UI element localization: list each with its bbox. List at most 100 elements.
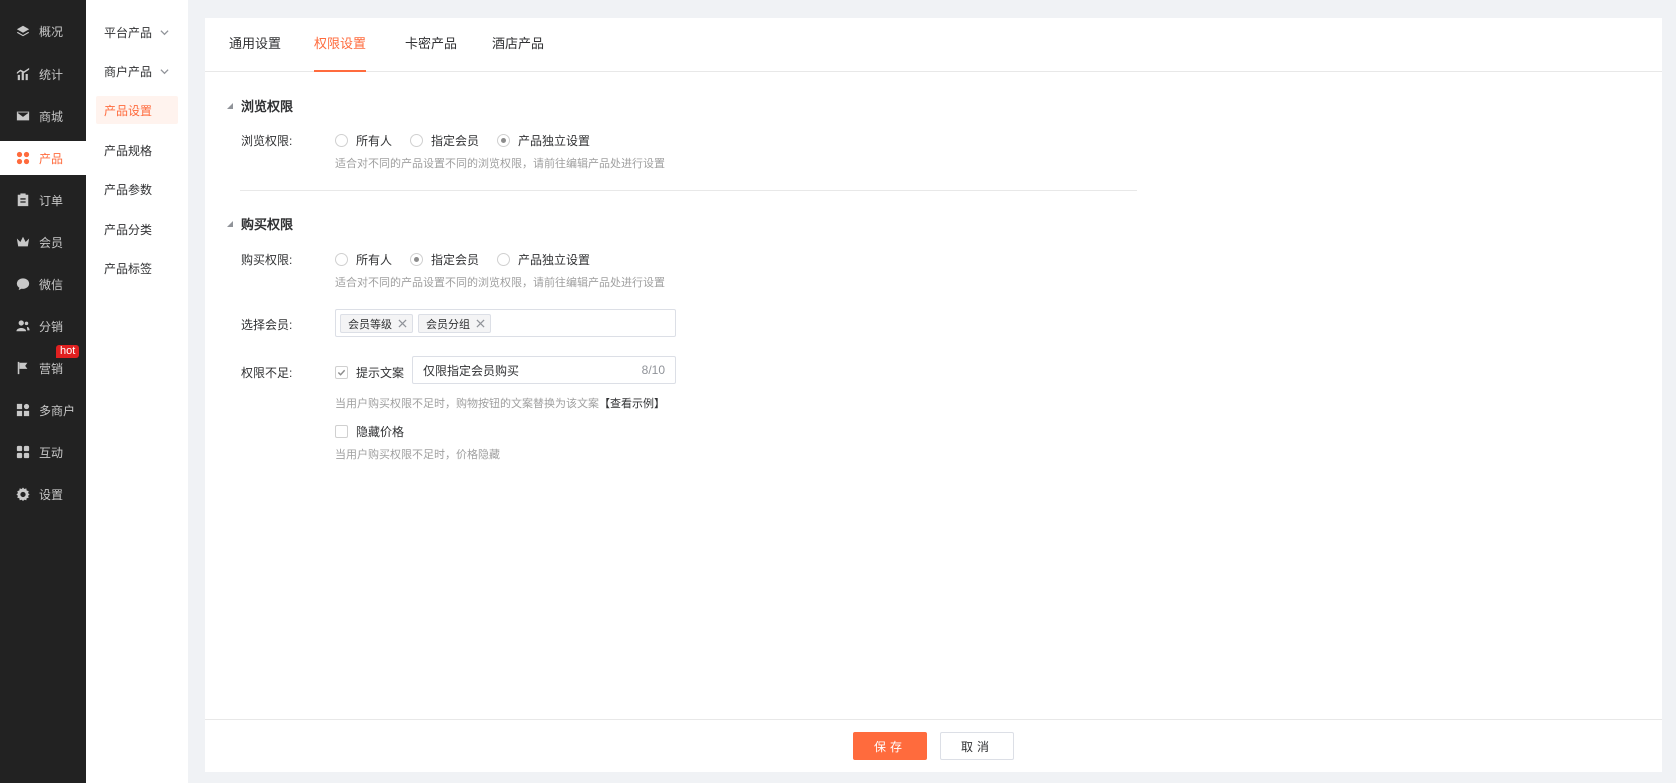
prompt-help-label: 当用户购买权限不足时，购物按钮的文案替换为该文案 — [335, 398, 599, 410]
close-icon[interactable] — [476, 319, 485, 328]
tag-label: 会员等级 — [348, 318, 392, 331]
nav-item-settings[interactable]: 设置 — [0, 477, 86, 511]
layers-icon — [16, 24, 30, 38]
checkbox-box — [335, 366, 348, 379]
purchase-radio-per-product[interactable]: 产品独立设置 — [497, 251, 590, 268]
nav-item-label: 商城 — [39, 109, 64, 124]
nav-item-stats[interactable]: 统计 — [0, 57, 86, 91]
tab-card-products[interactable]: 卡密产品 — [405, 18, 457, 72]
nav-item-label: 互动 — [39, 445, 64, 460]
tab-general[interactable]: 通用设置 — [229, 18, 281, 72]
purchase-help-text: 适合对不同的产品设置不同的浏览权限，请前往编辑产品处进行设置 — [335, 277, 665, 289]
browse-permission-label: 浏览权限: — [241, 134, 293, 148]
cancel-button[interactable]: 取消 — [940, 732, 1014, 760]
nav-item-members[interactable]: 会员 — [0, 225, 86, 259]
subnav-item-product-tags[interactable]: 产品标签 — [86, 254, 188, 282]
subnav-item-label: 商户产品 — [104, 64, 153, 79]
browse-radio-specified-members[interactable]: 指定会员 — [410, 132, 479, 149]
prompt-text-input[interactable]: 仅限指定会员购买 8/10 — [412, 356, 676, 384]
subnav-item-label: 产品参数 — [104, 182, 153, 197]
purchase-radio-everyone[interactable]: 所有人 — [335, 251, 392, 268]
prompt-text-checkbox[interactable]: 提示文案 — [335, 364, 404, 381]
close-icon[interactable] — [398, 319, 407, 328]
radio-circle — [335, 134, 348, 147]
nav-item-overview[interactable]: 概况 — [0, 14, 86, 48]
apps-icon — [16, 445, 30, 459]
action-footer: 保存 取消 — [205, 719, 1662, 772]
gear-icon — [16, 487, 30, 501]
mail-icon — [16, 109, 30, 123]
select-member-label: 选择会员: — [241, 318, 293, 332]
nav-item-mall[interactable]: 商城 — [0, 99, 86, 133]
chevron-down-icon — [160, 67, 169, 76]
checkbox-label: 隐藏价格 — [356, 425, 405, 439]
section-title-text: 购买权限 — [241, 217, 294, 232]
subnav-item-label: 平台产品 — [104, 25, 153, 40]
subnav-item-product-params[interactable]: 产品参数 — [86, 175, 188, 203]
section-title-text: 浏览权限 — [241, 99, 294, 114]
nav-item-interaction[interactable]: 互动 — [0, 435, 86, 469]
hide-price-help-text: 当用户购买权限不足时，价格隐藏 — [335, 449, 500, 461]
subnav-item-label: 产品规格 — [104, 143, 153, 158]
purchase-radio-specified-members[interactable]: 指定会员 — [410, 251, 479, 268]
member-select-input[interactable]: 会员等级 会员分组 — [335, 309, 676, 337]
save-button[interactable]: 保存 — [853, 732, 927, 760]
prompt-text-value: 仅限指定会员购买 — [423, 363, 520, 378]
nav-item-distribution[interactable]: 分销 — [0, 309, 86, 343]
subnav-item-product-specs[interactable]: 产品规格 — [86, 136, 188, 164]
triangle-icon — [227, 102, 233, 109]
nav-item-label: 分销 — [39, 319, 64, 334]
settings-panel: 通用设置 权限设置 卡密产品 酒店产品 浏览权限 浏览权限: 所有人 指定会员 … — [205, 18, 1662, 772]
browse-radio-per-product[interactable]: 产品独立设置 — [497, 132, 590, 149]
nav-item-label: 会员 — [39, 235, 64, 250]
radio-circle — [410, 134, 423, 147]
member-tag: 会员等级 — [340, 314, 413, 333]
tab-hotel-products[interactable]: 酒店产品 — [492, 18, 544, 72]
radio-label: 产品独立设置 — [518, 134, 591, 148]
tab-bar: 通用设置 权限设置 卡密产品 酒店产品 — [205, 18, 1662, 72]
nav-item-multi-merchant[interactable]: 多商户 — [0, 393, 86, 427]
users-icon — [16, 319, 30, 333]
store-icon — [16, 403, 30, 417]
radio-circle — [497, 253, 510, 266]
nav-item-product[interactable]: 产品 — [0, 141, 86, 175]
hide-price-checkbox[interactable]: 隐藏价格 — [335, 423, 404, 440]
wechat-icon — [16, 277, 30, 291]
browse-help-text: 适合对不同的产品设置不同的浏览权限，请前往编辑产品处进行设置 — [335, 158, 665, 170]
radio-label: 所有人 — [356, 253, 393, 267]
subnav-item-platform-products[interactable]: 平台产品 — [86, 18, 188, 46]
tab-permissions[interactable]: 权限设置 — [314, 18, 367, 72]
nav-item-label: 营销 — [39, 361, 64, 376]
view-example-link[interactable]: 【查看示例】 — [599, 398, 665, 410]
chevron-down-icon — [160, 28, 169, 37]
radio-label: 指定会员 — [431, 253, 480, 267]
radio-circle — [410, 253, 423, 266]
sub-nav: 平台产品 商户产品 产品设置 产品规格 产品参数 产品分类 产品标签 — [86, 0, 188, 783]
subnav-item-product-categories[interactable]: 产品分类 — [86, 215, 188, 243]
nav-item-label: 统计 — [39, 67, 64, 82]
insufficient-permission-label: 权限不足: — [241, 366, 293, 380]
purchase-section-title: 购买权限 — [227, 214, 293, 233]
nav-item-label: 概况 — [39, 24, 64, 39]
subnav-item-label: 产品标签 — [104, 261, 153, 276]
nav-item-wechat[interactable]: 微信 — [0, 267, 86, 301]
nav-item-label: 设置 — [39, 487, 64, 502]
triangle-icon — [227, 220, 233, 227]
nav-item-label: 订单 — [39, 193, 64, 208]
clipboard-icon — [16, 193, 30, 207]
member-tag: 会员分组 — [418, 314, 491, 333]
radio-circle — [497, 134, 510, 147]
main-nav: 概况 统计 商城 产品 订单 会员 微信 分销 营销 hot 多商户 互动 设置 — [0, 0, 86, 783]
browse-section-title: 浏览权限 — [227, 96, 293, 115]
crown-icon — [16, 235, 30, 249]
section-divider — [240, 190, 1137, 191]
flag-icon — [16, 361, 30, 375]
tag-label: 会员分组 — [426, 318, 470, 331]
subnav-item-label: 产品设置 — [104, 103, 153, 118]
subnav-item-product-settings[interactable]: 产品设置 — [96, 96, 178, 124]
subnav-item-label: 产品分类 — [104, 222, 153, 237]
nav-item-orders[interactable]: 订单 — [0, 183, 86, 217]
prompt-help-text: 当用户购买权限不足时，购物按钮的文案替换为该文案【查看示例】 — [335, 395, 665, 411]
browse-radio-everyone[interactable]: 所有人 — [335, 132, 392, 149]
subnav-item-merchant-products[interactable]: 商户产品 — [86, 57, 188, 85]
